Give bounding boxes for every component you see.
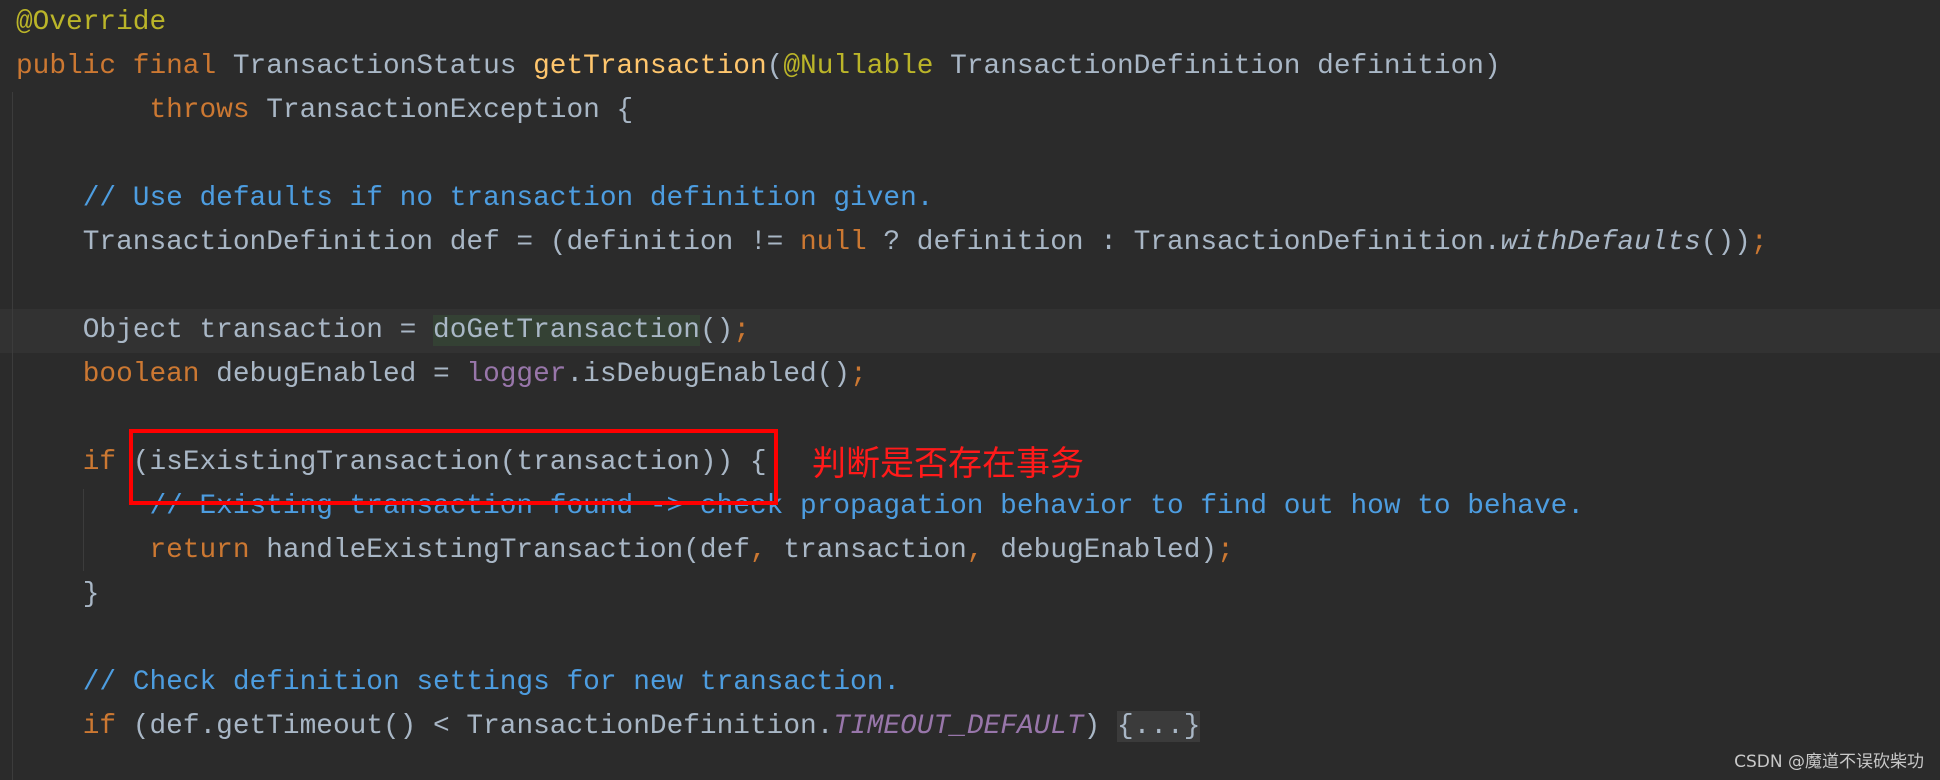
code-token: () [699, 315, 734, 346]
code-token: // Use defaults if no transaction defini… [16, 183, 934, 214]
code-token: TransactionDefinition definition) [950, 51, 1501, 82]
code-token: if [16, 711, 133, 742]
annotation-note: 判断是否存在事务 [812, 444, 1084, 484]
code-token: ; [1750, 227, 1768, 258]
code-line[interactable]: if (def.getTimeout() < TransactionDefini… [16, 705, 1201, 749]
code-line[interactable]: Object transaction = doGetTransaction(); [16, 309, 750, 353]
code-token: ) [1083, 711, 1117, 742]
code-token: TransactionDefinition def = (definition … [16, 227, 800, 258]
code-token: logger [466, 359, 567, 390]
code-token: boolean [16, 359, 217, 390]
code-token: ; [850, 359, 867, 390]
code-token: debugEnabled) [1000, 535, 1218, 566]
indent-guide [12, 92, 13, 780]
code-token: throws [16, 95, 267, 126]
code-token: getTransaction [533, 51, 767, 82]
code-token: doGetTransaction [433, 315, 700, 346]
code-token: return [16, 535, 267, 566]
code-token: @Nullable [783, 51, 951, 82]
code-token: handleExistingTransaction(def [266, 535, 750, 566]
code-token: ( [766, 51, 784, 82]
folded-code-button[interactable]: {...} [1116, 711, 1201, 742]
code-line[interactable]: // Use defaults if no transaction defini… [16, 177, 934, 221]
code-token: } [16, 579, 100, 610]
code-token: TIMEOUT_DEFAULT [833, 711, 1084, 742]
code-token: debugEnabled = [216, 359, 467, 390]
code-line[interactable]: } [16, 573, 100, 617]
code-token: public final [16, 51, 233, 82]
code-editor[interactable]: @Override public final TransactionStatus … [0, 0, 1940, 780]
code-token: withDefaults [1500, 227, 1701, 258]
code-token: ? definition : TransactionDefinition. [883, 227, 1501, 258]
code-token: if [16, 447, 133, 478]
highlight-box [129, 429, 778, 505]
code-line[interactable]: public final TransactionStatus getTransa… [16, 45, 1501, 89]
code-line[interactable]: return handleExistingTransaction(def, tr… [16, 529, 1234, 573]
watermark: CSDN @魔道不误砍柴功 [1734, 752, 1924, 772]
code-token: null [800, 227, 884, 258]
code-line[interactable]: throws TransactionException { [16, 89, 633, 133]
code-token: ()) [1700, 227, 1751, 258]
code-line[interactable]: TransactionDefinition def = (definition … [16, 221, 1768, 265]
code-line[interactable]: // Check definition settings for new tra… [16, 661, 900, 705]
code-token: TransactionStatus [232, 51, 534, 82]
code-line[interactable]: boolean debugEnabled = logger.isDebugEna… [16, 353, 867, 397]
code-token: @Override [16, 7, 167, 38]
code-token: Object transaction = [16, 315, 434, 346]
code-token: transaction [783, 535, 967, 566]
code-line[interactable]: @Override [16, 1, 166, 45]
code-token: ; [1217, 535, 1234, 566]
code-token: , [749, 535, 784, 566]
code-token: .isDebugEnabled() [566, 359, 851, 390]
code-token: (def.getTimeout() < TransactionDefinitio… [132, 711, 834, 742]
code-token: , [966, 535, 1001, 566]
code-token: TransactionException { [266, 95, 634, 126]
code-token: // Check definition settings for new tra… [16, 667, 901, 698]
code-token: ; [733, 315, 750, 346]
